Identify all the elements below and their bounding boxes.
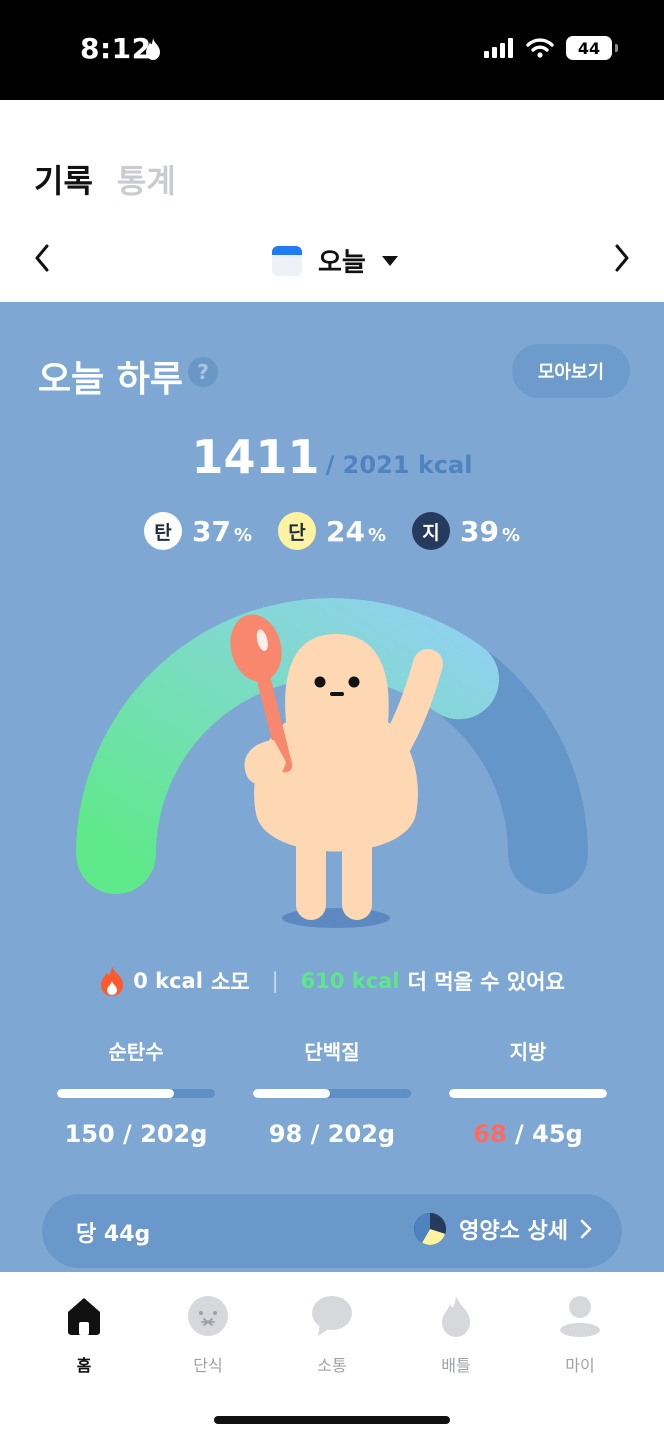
macro-ratio-row: 탄 37% 단 24% 지 39%	[0, 512, 664, 550]
bottom-navigation: 홈 단식 소통 배틀 마이	[0, 1272, 664, 1440]
flame-icon	[442, 1296, 470, 1337]
nav-my[interactable]: 마이	[518, 1294, 642, 1376]
nav-community[interactable]: 소통	[270, 1294, 394, 1376]
flame-icon	[101, 966, 124, 996]
nutrient-detail-label: 영양소 상세	[459, 1219, 568, 1244]
chevron-right-icon	[580, 1219, 592, 1239]
protein-percent: 24	[325, 514, 365, 548]
macro-bar	[449, 1089, 607, 1098]
ratio-protein: 단 24%	[277, 512, 386, 550]
burn-summary: 0 kcal 소모 | 610 kcal 더 먹을 수 있어요	[0, 966, 664, 996]
battery-icon: 44	[566, 36, 618, 60]
caret-down-icon	[381, 255, 398, 266]
percent-unit: %	[367, 524, 386, 546]
date-navigation: 오늘	[0, 230, 664, 290]
macro-bar-fill	[57, 1089, 174, 1098]
wifi-icon	[526, 38, 554, 58]
macro-fat: 지방 68 / 45g	[430, 1036, 626, 1148]
macro-bar	[253, 1089, 411, 1098]
home-icon	[68, 1298, 100, 1335]
fat-badge: 지	[412, 512, 450, 550]
flame-status-icon	[146, 38, 160, 60]
percent-unit: %	[501, 524, 521, 546]
nav-label: 마이	[565, 1356, 595, 1375]
burned-kcal: 0 kcal	[133, 969, 203, 993]
status-bar: 8:12 44	[0, 0, 664, 100]
date-selector[interactable]: 오늘	[272, 242, 398, 279]
remaining-kcal: 610 kcal	[300, 969, 400, 993]
nav-home[interactable]: 홈	[22, 1294, 146, 1376]
person-icon	[560, 1296, 600, 1337]
status-time: 8:12	[80, 32, 152, 65]
cellular-signal-icon	[484, 38, 513, 58]
macro-goal: / 202g	[302, 1120, 396, 1148]
nutrient-detail-link[interactable]: 영양소 상세	[413, 1212, 592, 1246]
calorie-summary: 1411/ 2021 kcal	[0, 430, 664, 484]
kcal-eaten: 1411	[191, 430, 320, 484]
macro-goal: / 45g	[506, 1120, 583, 1148]
macro-current: 68	[473, 1120, 507, 1148]
nav-fasting[interactable]: 단식	[146, 1294, 270, 1376]
ratio-carb: 탄 37%	[143, 512, 252, 550]
header-tabs: 기록 통계	[34, 156, 176, 202]
sugar-detail-bar[interactable]: 당 44g 영양소 상세	[42, 1194, 622, 1268]
ratio-fat: 지 39%	[412, 512, 520, 550]
protein-badge: 단	[277, 512, 316, 550]
macro-value: 98 / 202g	[234, 1120, 430, 1148]
separator: |	[271, 969, 279, 993]
carb-percent: 37	[191, 514, 231, 548]
fat-percent: 39	[460, 514, 499, 548]
macro-bar	[57, 1089, 215, 1098]
chevron-left-icon	[35, 244, 49, 272]
percent-unit: %	[233, 524, 252, 546]
fasting-face-icon	[188, 1296, 228, 1336]
macro-net-carbs: 순탄수 150 / 202g	[38, 1036, 234, 1148]
previous-day-button[interactable]	[22, 238, 62, 278]
macro-value: 68 / 45g	[430, 1120, 626, 1148]
tab-statistics[interactable]: 통계	[117, 156, 176, 202]
macro-bar-fill	[253, 1089, 331, 1098]
chat-bubble-icon	[312, 1296, 352, 1336]
help-icon[interactable]: ?	[188, 357, 218, 387]
sugar-label: 당 44g	[76, 1222, 151, 1247]
nav-label: 단식	[193, 1356, 223, 1375]
panel-title: 오늘 하루	[38, 359, 184, 400]
collect-view-button[interactable]: 모아보기	[512, 344, 630, 398]
macro-name: 지방	[509, 1040, 547, 1064]
chevron-right-icon	[615, 244, 629, 272]
macro-progress: 순탄수 150 / 202g 단백질 98 / 202g 지방 68 / 45g	[0, 1036, 664, 1148]
macro-current: 98	[268, 1120, 303, 1148]
macro-name: 단백질	[304, 1040, 360, 1064]
macro-name: 순탄수	[108, 1040, 164, 1064]
calorie-gauge	[76, 598, 588, 928]
home-indicator	[214, 1416, 450, 1424]
macro-bar-fill	[449, 1089, 607, 1098]
remaining-label: 더 먹을 수 있어요	[407, 970, 565, 994]
daily-summary-panel: 오늘 하루 ? 모아보기 1411/ 2021 kcal 탄 37% 단 24%…	[0, 302, 664, 1272]
nav-label: 배틀	[441, 1356, 471, 1375]
macro-value: 150 / 202g	[38, 1120, 234, 1148]
pie-chart-icon	[414, 1213, 447, 1245]
macro-goal: / 202g	[114, 1120, 208, 1148]
nav-label: 소통	[317, 1356, 347, 1375]
burned-label: 소모	[210, 970, 250, 994]
nav-label: 홈	[76, 1356, 92, 1375]
macro-protein: 단백질 98 / 202g	[234, 1036, 430, 1148]
carb-badge: 탄	[143, 512, 182, 550]
nav-battle[interactable]: 배틀	[394, 1294, 518, 1376]
calendar-icon	[272, 245, 302, 276]
tab-record[interactable]: 기록	[34, 156, 93, 202]
kcal-goal: / 2021 kcal	[325, 451, 473, 479]
date-label: 오늘	[318, 248, 366, 278]
macro-current: 150	[64, 1120, 115, 1148]
next-day-button[interactable]	[602, 238, 642, 278]
